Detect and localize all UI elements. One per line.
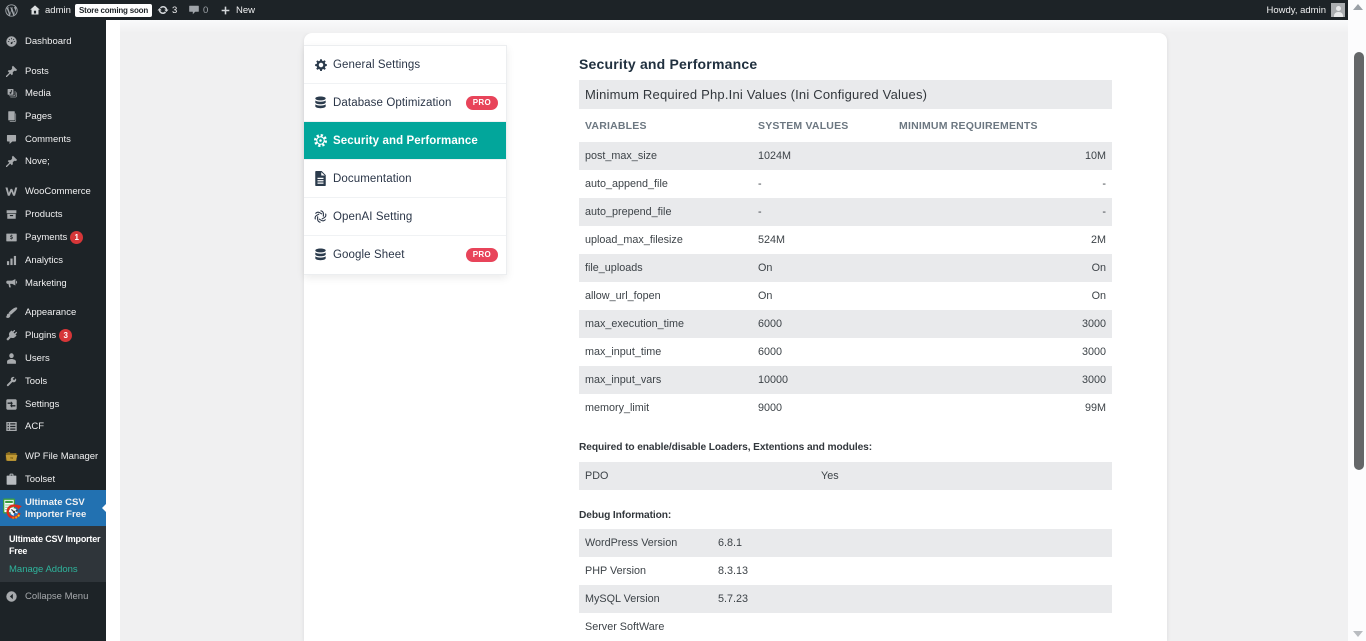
svg-text:w: w <box>9 456 13 460</box>
